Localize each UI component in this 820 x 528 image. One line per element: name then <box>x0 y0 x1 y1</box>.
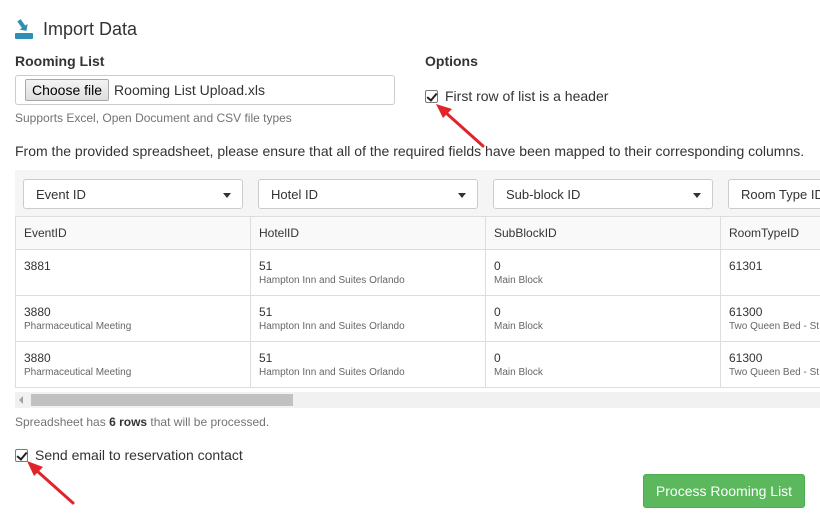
caret-down-icon <box>458 193 466 198</box>
cell-value: 3880 <box>24 305 51 319</box>
table-cell: 3880 Pharmaceutical Meeting <box>15 295 251 342</box>
rows-summary: Spreadsheet has 6 rows that will be proc… <box>15 415 269 429</box>
scrollbar-thumb[interactable] <box>31 394 293 406</box>
cell-subtext: Hampton Inn and Suites Orlando <box>259 275 405 286</box>
cell-value: 3880 <box>24 351 51 365</box>
mapping-select-value: Sub-block ID <box>506 186 581 202</box>
header-row-option[interactable]: First row of list is a header <box>425 88 608 104</box>
column-header: EventID <box>15 216 251 250</box>
cell-subtext: Two Queen Bed - St <box>729 321 820 332</box>
table-row: 3880 Pharmaceutical Meeting 51 Hampton Inn… <box>15 295 820 342</box>
cell-subtext: Two Queen Bed - St <box>729 367 820 378</box>
rows-summary-prefix: Spreadsheet has <box>15 415 110 429</box>
process-rooming-list-button[interactable]: Process Rooming List <box>643 474 805 508</box>
spreadsheet-preview-table: EventID HotelID SubBlockID RoomTypeID 38… <box>15 216 820 388</box>
cell-value: 61300 <box>729 351 763 365</box>
mapping-select-value: Event ID <box>36 186 86 202</box>
table-cell: 61300 Two Queen Bed - St <box>720 295 820 342</box>
cell-value: 61300 <box>729 305 763 319</box>
options-label: Options <box>425 53 478 69</box>
cell-value: 51 <box>259 305 273 319</box>
cell-subtext: Main Block <box>494 367 543 378</box>
file-input[interactable]: Choose file Rooming List Upload.xls <box>15 75 395 105</box>
mapping-select-value: Room Type ID <box>741 186 820 202</box>
cell-value: 3881 <box>24 259 51 273</box>
column-header: SubBlockID <box>485 216 721 250</box>
mapping-select-hotel-id[interactable]: Hotel ID <box>258 179 478 209</box>
send-email-checkbox[interactable] <box>15 448 28 462</box>
cell-value: 0 <box>494 305 501 319</box>
table-cell: 0 Main Block <box>485 341 721 388</box>
page-header: Import Data <box>15 18 137 40</box>
table-cell: 3881 <box>15 249 251 296</box>
rooming-list-label: Rooming List <box>15 53 105 69</box>
cell-value: 51 <box>259 351 273 365</box>
mapping-select-sub-block-id[interactable]: Sub-block ID <box>493 179 713 209</box>
table-cell: 51 Hampton Inn and Suites Orlando <box>250 341 486 388</box>
cell-subtext: Pharmaceutical Meeting <box>24 321 132 332</box>
cell-subtext: Hampton Inn and Suites Orlando <box>259 321 405 332</box>
table-row: 3881 51 Hampton Inn and Suites Orlando 0 M… <box>15 249 820 296</box>
cell-value: 0 <box>494 351 501 365</box>
arrow-icon <box>436 104 485 148</box>
table-cell: 0 Main Block <box>485 249 721 296</box>
table-cell: 61300 Two Queen Bed - St <box>720 341 820 388</box>
table-cell: 51 Hampton Inn and Suites Orlando <box>250 295 486 342</box>
table-cell: 51 Hampton Inn and Suites Orlando <box>250 249 486 296</box>
mapping-select-event-id[interactable]: Event ID <box>23 179 243 209</box>
caret-down-icon <box>693 193 701 198</box>
table-cell: 61301 <box>720 249 820 296</box>
selected-file-name: Rooming List Upload.xls <box>114 82 266 98</box>
table-cell: 0 Main Block <box>485 295 721 342</box>
horizontal-scrollbar[interactable] <box>15 392 820 408</box>
column-header: RoomTypeID <box>720 216 820 250</box>
table-cell: 3880 Pharmaceutical Meeting <box>15 341 251 388</box>
header-row-checkbox-label[interactable]: First row of list is a header <box>445 88 608 104</box>
cell-value: 0 <box>494 259 501 273</box>
table-header-row: EventID HotelID SubBlockID RoomTypeID <box>15 216 820 250</box>
column-mapping-grid: Event ID Hotel ID Sub-block ID Room Type… <box>15 170 820 410</box>
mapping-instructions: From the provided spreadsheet, please en… <box>15 143 805 159</box>
caret-down-icon <box>223 193 231 198</box>
file-types-help: Supports Excel, Open Document and CSV fi… <box>15 111 292 125</box>
page-title: Import Data <box>43 18 138 39</box>
cell-value: 61301 <box>729 259 763 273</box>
column-header: HotelID <box>250 216 486 250</box>
mapping-selects-row: Event ID Hotel ID Sub-block ID Room Type… <box>15 170 820 216</box>
cell-subtext: Pharmaceutical Meeting <box>24 367 132 378</box>
mapping-select-value: Hotel ID <box>271 186 318 202</box>
choose-file-button[interactable]: Choose file <box>25 79 110 101</box>
rows-summary-suffix: that will be processed. <box>147 415 270 429</box>
rows-count: 6 rows <box>109 415 148 429</box>
cell-value: 51 <box>259 259 273 273</box>
table-row: 3880 Pharmaceutical Meeting 51 Hampton Inn… <box>15 341 820 388</box>
send-email-option[interactable]: Send email to reservation contact <box>15 447 243 463</box>
header-row-checkbox[interactable] <box>425 89 438 103</box>
mapping-select-room-type-id[interactable]: Room Type ID <box>728 179 820 209</box>
send-email-checkbox-label[interactable]: Send email to reservation contact <box>35 447 243 463</box>
cell-subtext: Hampton Inn and Suites Orlando <box>259 367 405 378</box>
arrow-icon <box>27 461 75 505</box>
scroll-left-arrow-icon[interactable] <box>19 396 23 404</box>
cell-subtext: Main Block <box>494 275 543 286</box>
import-icon <box>15 19 33 39</box>
cell-subtext: Main Block <box>494 321 543 332</box>
